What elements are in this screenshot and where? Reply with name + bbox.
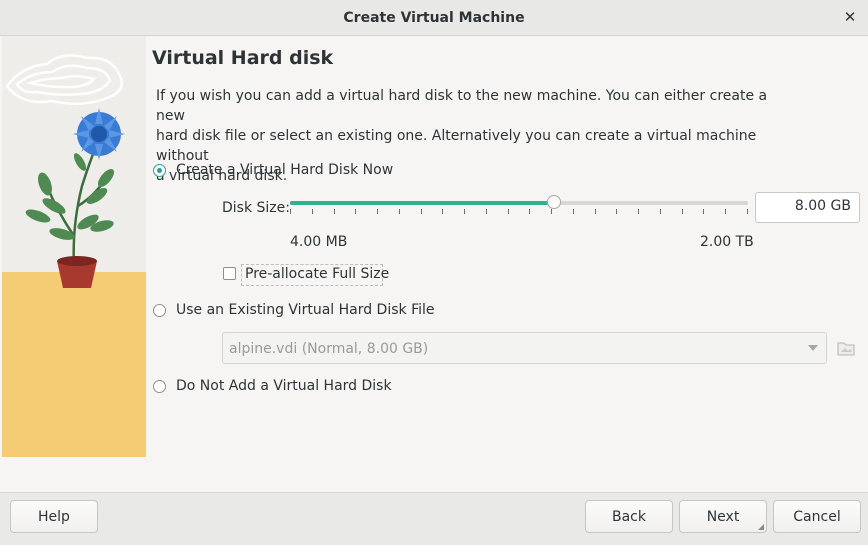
folder-icon xyxy=(837,342,855,356)
resize-grip-icon xyxy=(758,524,764,530)
existing-disk-select[interactable]: alpine.vdi (Normal, 8.00 GB) xyxy=(222,332,827,364)
slider-tick xyxy=(703,209,704,214)
close-icon[interactable]: ✕ xyxy=(842,9,858,25)
create-disk-label[interactable]: Create a Virtual Hard Disk Now xyxy=(176,162,393,178)
next-button-label: Next xyxy=(706,508,740,525)
disk-size-slider[interactable] xyxy=(290,195,748,209)
slider-max-label: 2.00 TB xyxy=(700,234,754,250)
description-line: hard disk file or select an existing one… xyxy=(156,128,757,164)
slider-min-label: 4.00 MB xyxy=(290,234,348,250)
slider-tick xyxy=(508,209,509,214)
disk-size-label: Disk Size: xyxy=(222,200,290,216)
choose-disk-button[interactable] xyxy=(836,338,856,358)
slider-tick xyxy=(421,209,422,214)
no-disk-radio[interactable] xyxy=(153,380,166,393)
slider-tick xyxy=(529,209,530,214)
cancel-button-label: Cancel xyxy=(793,508,841,525)
help-button[interactable]: Help xyxy=(10,500,98,533)
use-existing-label[interactable]: Use an Existing Virtual Hard Disk File xyxy=(176,302,435,318)
slider-tick xyxy=(334,209,335,214)
preallocate-label[interactable]: Pre-allocate Full Size xyxy=(245,266,389,282)
preallocate-checkbox[interactable] xyxy=(223,267,236,280)
slider-tick xyxy=(377,209,378,214)
slider-tick xyxy=(312,209,313,214)
create-disk-radio[interactable] xyxy=(153,164,166,177)
slider-tick xyxy=(682,209,683,214)
slider-tick xyxy=(573,209,574,214)
slider-ticks xyxy=(290,209,748,215)
slider-fill xyxy=(290,201,555,205)
page-title: Virtual Hard disk xyxy=(152,47,334,69)
slider-tick xyxy=(464,209,465,214)
slider-tick xyxy=(660,209,661,214)
window-title: Create Virtual Machine xyxy=(343,9,525,26)
cancel-button[interactable]: Cancel xyxy=(773,500,861,533)
slider-tick xyxy=(725,209,726,214)
existing-disk-value: alpine.vdi (Normal, 8.00 GB) xyxy=(229,341,429,357)
help-button-label: Help xyxy=(38,508,70,525)
slider-tick xyxy=(747,209,748,214)
no-disk-label[interactable]: Do Not Add a Virtual Hard Disk xyxy=(176,378,392,394)
chevron-down-icon xyxy=(808,345,818,351)
back-button[interactable]: Back xyxy=(585,500,673,533)
slider-tick xyxy=(616,209,617,214)
slider-tick xyxy=(442,209,443,214)
use-existing-radio[interactable] xyxy=(153,304,166,317)
title-bar: Create Virtual Machine ✕ xyxy=(0,0,868,36)
slider-tick xyxy=(290,209,291,214)
slider-tick xyxy=(486,209,487,214)
slider-tick xyxy=(399,209,400,214)
disk-size-input[interactable]: 8.00 GB xyxy=(755,192,860,223)
wizard-illustration xyxy=(2,36,146,457)
description-line: If you wish you can add a virtual hard d… xyxy=(156,88,768,124)
slider-tick xyxy=(355,209,356,214)
slider-tick xyxy=(638,209,639,214)
back-button-label: Back xyxy=(612,508,646,525)
slider-tick xyxy=(595,209,596,214)
next-button[interactable]: Next xyxy=(679,500,767,533)
slider-tick xyxy=(551,209,552,214)
